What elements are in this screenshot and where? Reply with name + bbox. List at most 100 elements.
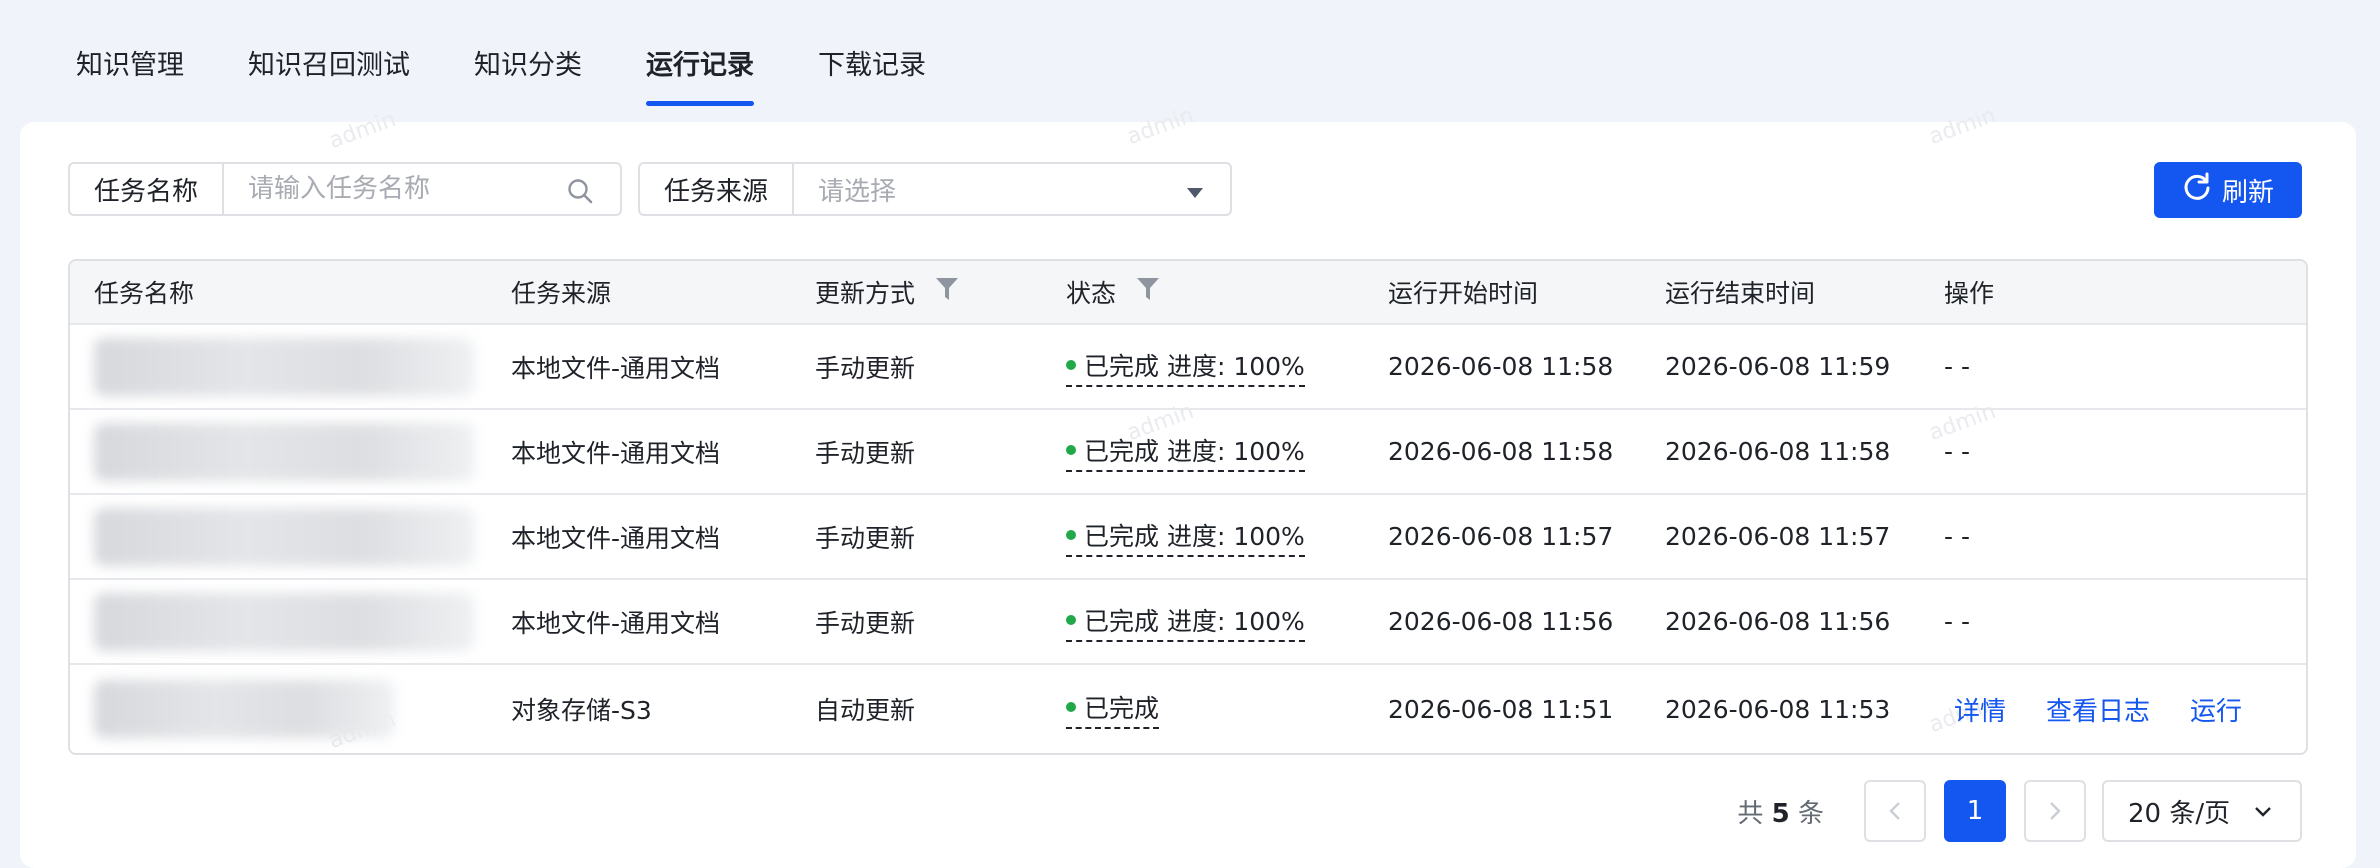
actions-cell: - - — [1944, 352, 1970, 381]
status-cell: 已完成 进度: 100% — [1050, 602, 1364, 642]
filter-icon[interactable] — [935, 276, 959, 308]
status-text: 已完成 — [1084, 351, 1160, 381]
blurred-task-name — [94, 680, 394, 738]
status-dot-icon — [1066, 702, 1076, 712]
total-count: 共 5 条 — [1737, 793, 1824, 830]
header-start-time: 运行开始时间 — [1388, 279, 1539, 308]
status-badge[interactable]: 已完成 — [1066, 689, 1160, 729]
update-method-cell: 手动更新 — [815, 353, 916, 383]
header-status-label: 状态 — [1066, 279, 1117, 308]
start-time-cell: 2026-06-08 11:58 — [1388, 437, 1614, 466]
watermark: admin — [1123, 102, 1198, 151]
status-badge[interactable]: 已完成 进度: 100% — [1066, 432, 1305, 472]
table-row: 本地文件-通用文档 手动更新 已完成 进度: 100% 2026-06-08 1… — [70, 410, 2306, 495]
main-card: admin admin admin admin admin admin admi… — [20, 103, 2356, 868]
blurred-task-name — [94, 592, 474, 651]
prev-page-button[interactable] — [1864, 780, 1926, 842]
task-source-cell: 本地文件-通用文档 — [511, 353, 721, 383]
header-task-name: 任务名称 — [94, 279, 195, 308]
status-text: 已完成 — [1084, 606, 1160, 636]
progress-text: 进度: 100% — [1166, 436, 1305, 466]
page-size-select[interactable]: 20 条/页 — [2102, 780, 2302, 842]
actions-cell: - - — [1944, 607, 1970, 636]
start-time-cell: 2026-06-08 11:58 — [1388, 352, 1614, 381]
start-time-cell: 2026-06-08 11:51 — [1388, 694, 1614, 724]
tab-recall-test[interactable]: 知识召回测试 — [248, 0, 410, 120]
tab-download-records[interactable]: 下载记录 — [818, 0, 926, 120]
status-badge[interactable]: 已完成 进度: 100% — [1066, 517, 1305, 557]
chevron-right-icon — [2050, 802, 2061, 820]
status-text: 已完成 — [1084, 694, 1160, 723]
status-cell: 已完成 — [1050, 689, 1364, 729]
task-source-select[interactable]: 请选择 — [794, 164, 1230, 214]
progress-text: 进度: 100% — [1166, 606, 1305, 636]
header-status: 状态 — [1050, 274, 1364, 310]
status-cell: 已完成 进度: 100% — [1050, 432, 1364, 472]
task-name-cell — [70, 325, 505, 408]
header-task-source: 任务来源 — [511, 279, 612, 308]
blurred-task-name — [94, 507, 474, 566]
search-icon[interactable] — [566, 177, 594, 209]
start-time-cell: 2026-06-08 11:56 — [1388, 607, 1614, 636]
tab-knowledge-category[interactable]: 知识分类 — [474, 0, 582, 120]
task-name-cell — [70, 495, 505, 578]
status-cell: 已完成 进度: 100% — [1050, 517, 1364, 557]
status-dot-icon — [1066, 444, 1076, 455]
end-time-cell: 2026-06-08 11:58 — [1665, 437, 1891, 466]
update-method-cell: 自动更新 — [815, 696, 916, 725]
task-name-label: 任务名称 — [70, 164, 224, 214]
table-row: 本地文件-通用文档 手动更新 已完成 进度: 100% 2026-06-08 1… — [70, 580, 2306, 665]
total-suffix: 条 — [1797, 798, 1824, 829]
caret-down-icon — [1186, 184, 1204, 203]
task-source-label: 任务来源 — [640, 164, 794, 214]
chevron-down-icon — [2255, 807, 2271, 817]
refresh-icon — [2182, 172, 2212, 209]
tab-run-records[interactable]: 运行记录 — [646, 0, 754, 120]
task-name-cell — [70, 580, 505, 663]
header-end-time: 运行结束时间 — [1665, 279, 1816, 308]
page-button-current[interactable]: 1 — [1944, 780, 2006, 842]
task-name-cell — [70, 665, 505, 753]
task-name-filter: 任务名称 — [68, 162, 622, 216]
header-update-method: 更新方式 — [791, 274, 1050, 310]
task-name-input[interactable] — [224, 164, 572, 214]
status-text: 已完成 — [1084, 436, 1160, 466]
refresh-label: 刷新 — [2221, 177, 2274, 208]
status-badge[interactable]: 已完成 进度: 100% — [1066, 347, 1305, 387]
status-dot-icon — [1066, 614, 1076, 625]
refresh-button[interactable]: 刷新 — [2154, 162, 2302, 218]
task-source-cell: 本地文件-通用文档 — [511, 523, 721, 553]
end-time-cell: 2026-06-08 11:59 — [1665, 352, 1891, 381]
run-records-table: 任务名称 任务来源 更新方式 状态 运行开始时间 运行结束时间 操作 本地文件-… — [68, 259, 2308, 755]
status-dot-icon — [1066, 529, 1076, 540]
page-size-label: 20 条/页 — [2128, 798, 2231, 829]
task-source-cell: 对象存储-S3 — [511, 696, 652, 725]
status-badge[interactable]: 已完成 进度: 100% — [1066, 602, 1305, 642]
pagination: 共 5 条 1 20 条/页 — [1737, 780, 2302, 842]
update-method-cell: 手动更新 — [815, 523, 916, 553]
end-time-cell: 2026-06-08 11:57 — [1665, 522, 1891, 551]
filter-icon[interactable] — [1136, 276, 1160, 308]
run-link[interactable]: 运行 — [2190, 691, 2242, 728]
next-page-button[interactable] — [2024, 780, 2086, 842]
blurred-task-name — [94, 337, 474, 396]
tab-bar: 知识管理 知识召回测试 知识分类 运行记录 下载记录 — [76, 0, 990, 120]
chevron-left-icon — [1889, 802, 1900, 820]
total-prefix: 共 — [1737, 798, 1764, 829]
view-log-link[interactable]: 查看日志 — [2046, 691, 2150, 728]
tab-knowledge-management[interactable]: 知识管理 — [76, 0, 184, 120]
end-time-cell: 2026-06-08 11:53 — [1665, 694, 1891, 724]
task-name-cell — [70, 410, 505, 493]
status-text: 已完成 — [1084, 521, 1160, 551]
table-row: 本地文件-通用文档 手动更新 已完成 进度: 100% 2026-06-08 1… — [70, 325, 2306, 410]
task-source-cell: 本地文件-通用文档 — [511, 608, 721, 638]
table-row: 本地文件-通用文档 手动更新 已完成 进度: 100% 2026-06-08 1… — [70, 495, 2306, 580]
update-method-cell: 手动更新 — [815, 608, 916, 638]
header-update-method-label: 更新方式 — [815, 279, 916, 308]
details-link[interactable]: 详情 — [1954, 691, 2006, 728]
blurred-task-name — [94, 422, 474, 481]
header-actions: 操作 — [1944, 279, 1995, 308]
status-cell: 已完成 进度: 100% — [1050, 347, 1364, 387]
total-number: 5 — [1771, 798, 1790, 829]
task-source-filter[interactable]: 任务来源 请选择 — [638, 162, 1232, 216]
